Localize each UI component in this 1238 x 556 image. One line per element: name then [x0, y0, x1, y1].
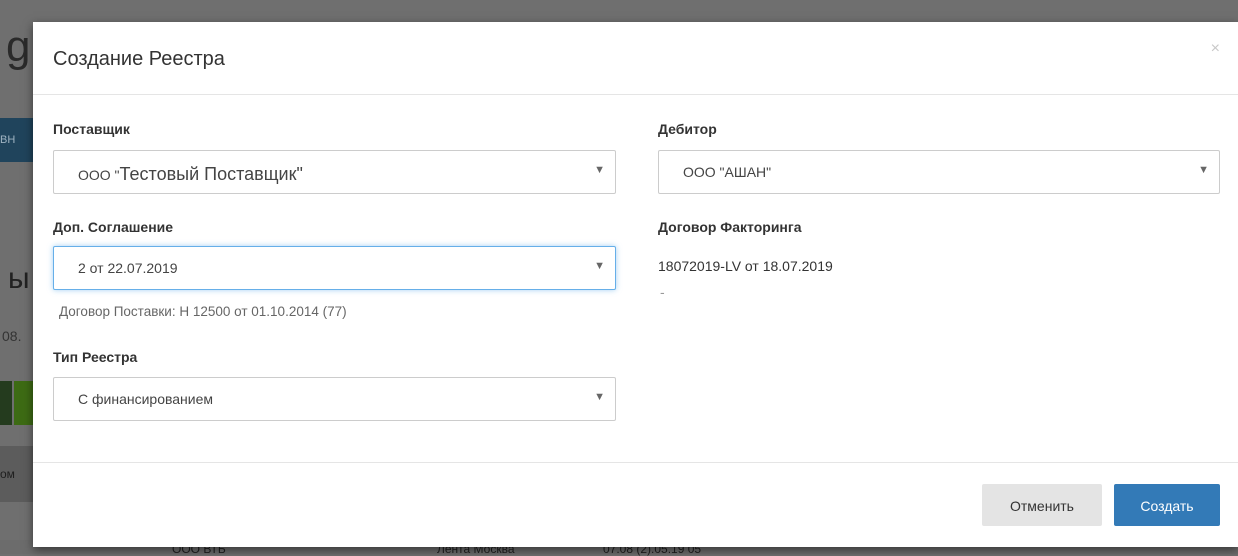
debtor-select[interactable]: ООО "АШАН" ▼	[658, 150, 1220, 194]
chevron-down-icon: ▼	[594, 164, 605, 176]
debtor-select-value: ООО "АШАН"	[683, 164, 772, 180]
supplier-value-prefix: ООО "	[78, 167, 120, 183]
supply-contract-hint: Договор Поставки: Н 12500 от 01.10.2014 …	[59, 304, 347, 319]
registry-type-label: Тип Реестра	[53, 349, 138, 365]
registry-type-select-value: С финансированием	[78, 391, 214, 407]
background-progress-bars	[0, 381, 33, 425]
agreement-select[interactable]: 2 от 22.07.2019 ▼	[53, 246, 616, 290]
create-button[interactable]: Создать	[1114, 484, 1220, 526]
background-bar-green	[14, 381, 33, 425]
agreement-label: Доп. Соглашение	[53, 219, 174, 235]
factoring-contract-label: Договор Факторинга	[658, 219, 802, 235]
supplier-select[interactable]: ООО "Тестовый Поставщик" ▼	[53, 150, 616, 194]
background-gray-fragment: ом	[0, 446, 33, 502]
factoring-contract-value: 18072019-LV от 18.07.2019	[658, 258, 833, 274]
supplier-label: Поставщик	[53, 121, 130, 137]
dialog-title: Создание Реестра	[53, 48, 225, 70]
close-icon[interactable]: ×	[1211, 40, 1220, 58]
chevron-down-icon: ▼	[594, 391, 605, 403]
supplier-value-main: Тестовый Поставщик"	[119, 164, 303, 184]
debtor-label: Дебитор	[658, 121, 717, 137]
chevron-down-icon: ▼	[1198, 164, 1209, 176]
dialog-header: Создание Реестра ×	[33, 22, 1238, 95]
background-bar-dark	[0, 381, 12, 425]
registry-type-select[interactable]: С финансированием ▼	[53, 377, 616, 421]
factoring-contract-extra: -	[660, 284, 665, 300]
dialog-footer: Отменить Создать	[33, 462, 1238, 548]
agreement-select-value: 2 от 22.07.2019	[78, 260, 178, 276]
chevron-down-icon: ▼	[594, 260, 605, 272]
supplier-select-value: ООО "Тестовый Поставщик"	[78, 164, 303, 185]
cancel-button[interactable]: Отменить	[982, 484, 1102, 526]
background-button-fragment: ВН	[0, 118, 33, 162]
create-registry-dialog: Создание Реестра × Поставщик ООО "Тестов…	[33, 22, 1238, 547]
background-title-fragment: ы	[8, 262, 30, 295]
background-date-fragment: 08.	[2, 328, 22, 344]
